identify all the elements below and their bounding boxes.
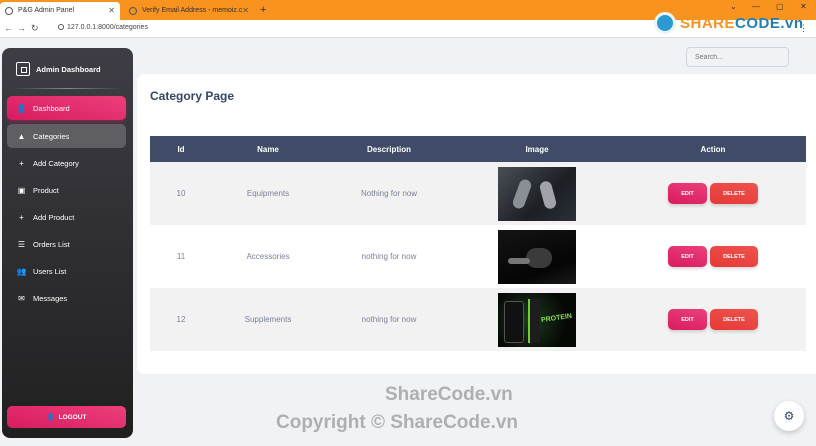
person-icon: 👤 bbox=[46, 414, 55, 421]
logout-label: LOGOUT bbox=[58, 413, 87, 421]
table-row: 10 Equipments Nothing for now EDIT DELET… bbox=[150, 162, 806, 225]
close-icon[interactable]: ✕ bbox=[108, 2, 115, 20]
cell-name: Equipments bbox=[246, 189, 290, 198]
page-title: Category Page bbox=[150, 89, 235, 103]
minimize-icon[interactable]: — bbox=[752, 2, 760, 11]
sidebar-item-categories[interactable]: ▲ Categories bbox=[7, 124, 126, 148]
close-icon[interactable]: ✕ bbox=[242, 2, 249, 20]
globe-icon bbox=[5, 7, 13, 15]
categories-table: Id Name Description Image Action 10 Equi… bbox=[150, 136, 806, 351]
info-icon bbox=[58, 24, 64, 30]
tab-title: P&G Admin Panel bbox=[18, 7, 75, 14]
add-circle-icon: + bbox=[19, 158, 24, 168]
tab-title: Verify Email Address - memoiz.c bbox=[142, 7, 243, 14]
image-caption: PROTEIN bbox=[540, 312, 573, 324]
cell-name: Accessories bbox=[246, 252, 290, 261]
delete-button[interactable]: DELETE bbox=[710, 246, 758, 267]
sidebar-divider bbox=[12, 88, 123, 89]
edit-button[interactable]: EDIT bbox=[668, 309, 707, 330]
tab-search-icon[interactable]: ⌄ bbox=[730, 2, 737, 11]
url-field[interactable]: 127.0.0.1:8000/categories bbox=[58, 24, 148, 31]
logout-button[interactable]: 👤 LOGOUT bbox=[7, 406, 126, 428]
sidebar-item-label: Product bbox=[33, 185, 59, 195]
category-image bbox=[498, 166, 576, 221]
forward-icon[interactable]: → bbox=[17, 23, 26, 33]
group-icon: 👥 bbox=[16, 266, 27, 276]
column-header-id: Id bbox=[177, 144, 185, 154]
message-icon: ✉ bbox=[18, 293, 25, 303]
search-input[interactable] bbox=[686, 47, 789, 67]
column-header-action: Action bbox=[700, 144, 726, 154]
column-header-name: Name bbox=[257, 144, 279, 154]
gear-icon: ⚙ bbox=[783, 409, 795, 423]
column-header-image: Image bbox=[525, 144, 549, 154]
sidebar-item-users-list[interactable]: 👥 Users List bbox=[7, 259, 126, 283]
sidebar-brand[interactable]: Admin Dashboard bbox=[16, 62, 101, 76]
inventory-icon: ▣ bbox=[17, 185, 26, 195]
table-header: Id Name Description Image Action bbox=[150, 136, 806, 162]
table-row: 12 Supplements nothing for now PROTEIN E… bbox=[150, 288, 806, 351]
delete-button[interactable]: DELETE bbox=[710, 183, 758, 204]
category-image: PROTEIN bbox=[498, 292, 576, 347]
maximize-icon[interactable]: ▢ bbox=[776, 2, 784, 11]
settings-gear-button[interactable]: ⚙ bbox=[774, 401, 804, 431]
sidebar-item-label: Add Category bbox=[33, 158, 79, 168]
url-text: 127.0.0.1:8000/categories bbox=[67, 24, 148, 31]
table-row: 11 Accessories nothing for now EDIT DELE… bbox=[150, 225, 806, 288]
sidebar-item-orders-list[interactable]: ☰ Orders List bbox=[7, 232, 126, 256]
cell-description: nothing for now bbox=[361, 252, 417, 261]
back-icon[interactable]: ← bbox=[4, 23, 13, 33]
logo-mark-icon bbox=[654, 12, 676, 34]
category-icon: ▲ bbox=[17, 131, 26, 141]
sidebar-item-dashboard[interactable]: 👤 Dashboard bbox=[7, 96, 126, 120]
sidebar: Admin Dashboard 👤 Dashboard ▲ Categories… bbox=[2, 48, 133, 438]
reload-icon[interactable]: ↻ bbox=[31, 23, 39, 34]
sidebar-item-label: Orders List bbox=[33, 239, 70, 249]
sidebar-item-product[interactable]: ▣ Product bbox=[7, 178, 126, 202]
cell-name: Supplements bbox=[244, 315, 292, 324]
cell-id: 12 bbox=[176, 315, 186, 324]
column-header-description: Description bbox=[366, 144, 411, 154]
logo-text-left: SHARE bbox=[680, 14, 736, 32]
gmail-icon bbox=[129, 7, 137, 15]
edit-button[interactable]: EDIT bbox=[668, 183, 707, 204]
watermark-text: ShareCode.vn bbox=[385, 384, 513, 405]
brand-label: Admin Dashboard bbox=[36, 64, 101, 74]
person-icon: 👤 bbox=[16, 103, 27, 113]
sidebar-item-add-product[interactable]: + Add Product bbox=[7, 205, 126, 229]
browser-tab-active[interactable]: P&G Admin Panel ✕ bbox=[0, 2, 120, 20]
sidebar-item-label: Categories bbox=[33, 131, 70, 141]
sidebar-item-label: Dashboard bbox=[33, 103, 70, 113]
sidebar-item-label: Users List bbox=[33, 266, 67, 276]
watermark-copyright: Copyright © ShareCode.vn bbox=[276, 412, 519, 433]
delete-button[interactable]: DELETE bbox=[710, 309, 758, 330]
sidebar-item-label: Add Product bbox=[33, 212, 75, 222]
sidebar-item-label: Messages bbox=[33, 293, 68, 303]
dashboard-logo-icon bbox=[16, 62, 30, 76]
cell-description: Nothing for now bbox=[360, 189, 418, 198]
sidebar-item-messages[interactable]: ✉ Messages bbox=[7, 286, 126, 310]
cell-description: nothing for now bbox=[361, 315, 417, 324]
window-close-icon[interactable]: ✕ bbox=[800, 2, 807, 11]
cell-id: 10 bbox=[176, 189, 186, 198]
sharecode-logo: SHARECODE.vn bbox=[654, 12, 804, 34]
sidebar-item-add-category[interactable]: + Add Category bbox=[7, 151, 126, 175]
edit-button[interactable]: EDIT bbox=[668, 246, 707, 267]
add-circle-icon: + bbox=[19, 212, 24, 222]
browser-tab-inactive[interactable]: Verify Email Address - memoiz.c ✕ bbox=[124, 2, 254, 20]
category-image bbox=[498, 229, 576, 284]
list-icon: ☰ bbox=[17, 239, 26, 249]
new-tab-button[interactable]: + bbox=[260, 2, 266, 18]
cell-id: 11 bbox=[176, 252, 186, 261]
logo-text-right: CODE.vn bbox=[735, 14, 804, 32]
